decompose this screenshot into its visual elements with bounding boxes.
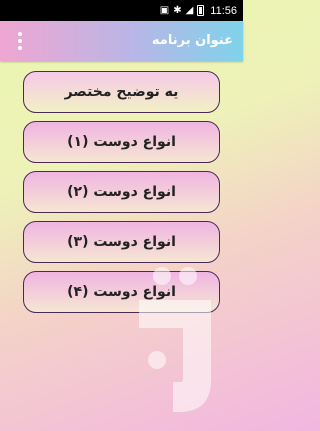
menu-button-friend-types-1[interactable]: انواع دوست (۱): [23, 121, 220, 163]
menu-button-friend-types-3[interactable]: انواع دوست (۳): [23, 221, 220, 263]
status-bar: ▣ ✱ ◢ 11:56: [0, 0, 243, 21]
menu-button-summary[interactable]: یه توضیح مختصر: [23, 71, 220, 113]
menu-button-friend-types-2[interactable]: انواع دوست (۲): [23, 171, 220, 213]
signal-icon: ◢: [185, 4, 194, 16]
overflow-menu-icon[interactable]: [14, 29, 26, 53]
app-bar: عنوان برنامه: [0, 21, 243, 61]
page-title: عنوان برنامه: [151, 33, 233, 48]
battery-icon: [197, 5, 205, 16]
bug-icon: ✱: [173, 4, 182, 16]
status-time: 11:56: [210, 4, 237, 17]
logo-watermark-icon: [139, 267, 211, 412]
image-icon: ▣: [159, 4, 170, 16]
